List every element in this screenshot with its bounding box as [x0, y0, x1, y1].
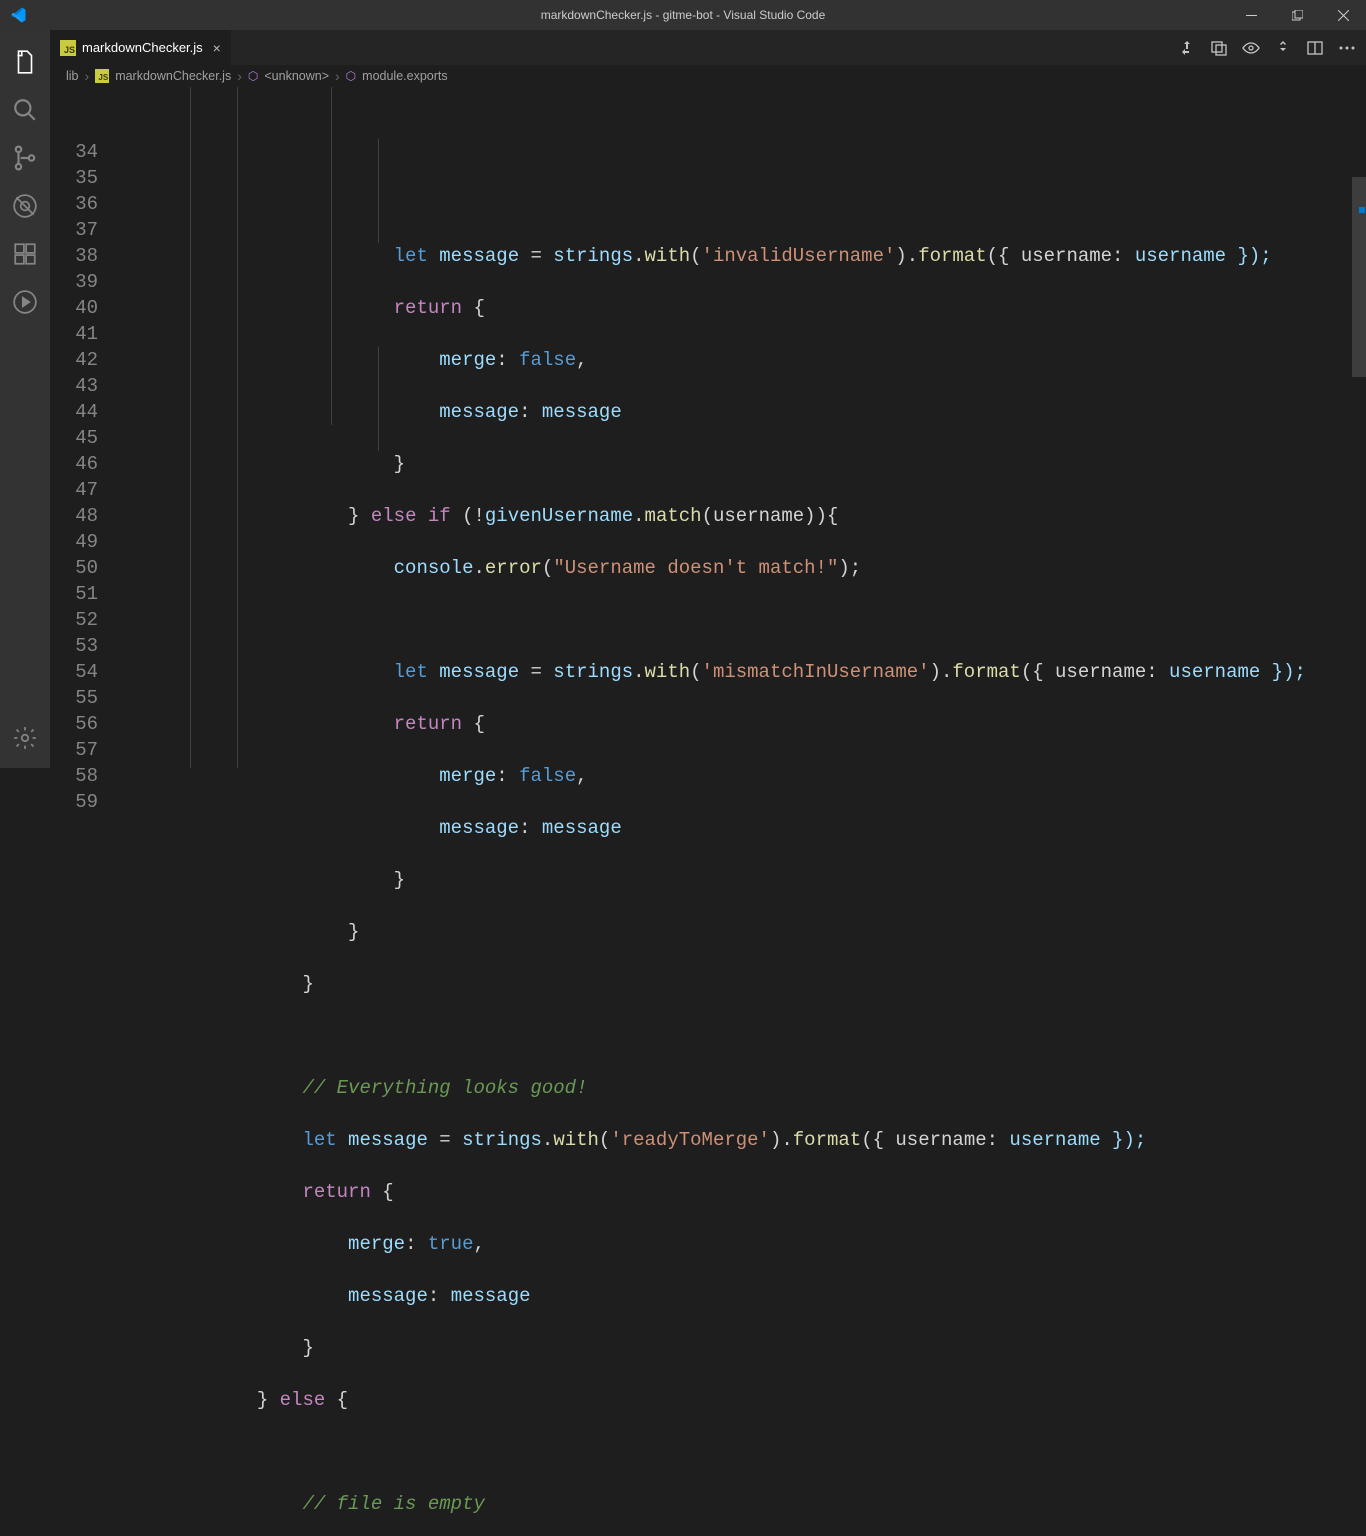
search-icon[interactable] [0, 86, 50, 134]
breadcrumb-symbol[interactable]: module.exports [362, 69, 447, 83]
source-control-icon[interactable] [0, 134, 50, 182]
code-content[interactable]: let message = strings.with('invalidUsern… [120, 165, 1352, 1536]
maximize-button[interactable] [1274, 0, 1320, 30]
breadcrumb-folder[interactable]: lib [66, 69, 79, 83]
minimize-button[interactable] [1228, 0, 1274, 30]
open-changes-icon[interactable] [1210, 40, 1228, 56]
window-title: markdownChecker.js - gitme-bot - Visual … [541, 8, 826, 22]
overview-ruler-mark [1359, 207, 1365, 213]
chevron-right-icon: › [335, 68, 340, 84]
toggle-preview-icon[interactable] [1242, 42, 1260, 54]
close-button[interactable] [1320, 0, 1366, 30]
extensions-icon[interactable] [0, 230, 50, 278]
line-number-gutter: 3435363738394041424344454647484950515253… [50, 87, 120, 768]
breadcrumb-symbol[interactable]: <unknown> [264, 69, 329, 83]
run-icon[interactable] [1274, 40, 1292, 56]
breadcrumb-file[interactable]: markdownChecker.js [115, 69, 231, 83]
debug-icon[interactable] [0, 182, 50, 230]
live-share-icon[interactable] [0, 278, 50, 326]
title-bar: markdownChecker.js - gitme-bot - Visual … [0, 0, 1366, 30]
js-file-icon: JS [95, 69, 109, 83]
breadcrumbs[interactable]: lib › JS markdownChecker.js › ⬡ <unknown… [50, 65, 1366, 87]
settings-gear-icon[interactable] [0, 714, 50, 762]
tab-label: markdownChecker.js [82, 40, 203, 55]
activity-bar [0, 30, 50, 768]
tab-markdownchecker[interactable]: JS markdownChecker.js × [50, 30, 232, 65]
split-editor-icon[interactable] [1306, 40, 1324, 56]
tab-close-icon[interactable]: × [213, 40, 221, 56]
editor-tabs: JS markdownChecker.js × [50, 30, 1366, 65]
vertical-scrollbar[interactable] [1352, 87, 1366, 768]
chevron-right-icon: › [85, 68, 90, 84]
explorer-icon[interactable] [0, 38, 50, 86]
js-file-icon: JS [60, 40, 76, 56]
vscode-logo-icon [0, 6, 35, 24]
more-actions-icon[interactable] [1338, 46, 1356, 50]
symbol-icon: ⬡ [248, 69, 258, 83]
symbol-icon: ⬡ [346, 69, 356, 83]
code-editor[interactable]: 3435363738394041424344454647484950515253… [50, 87, 1352, 768]
chevron-right-icon: › [237, 68, 242, 84]
compare-changes-icon[interactable] [1178, 40, 1196, 56]
